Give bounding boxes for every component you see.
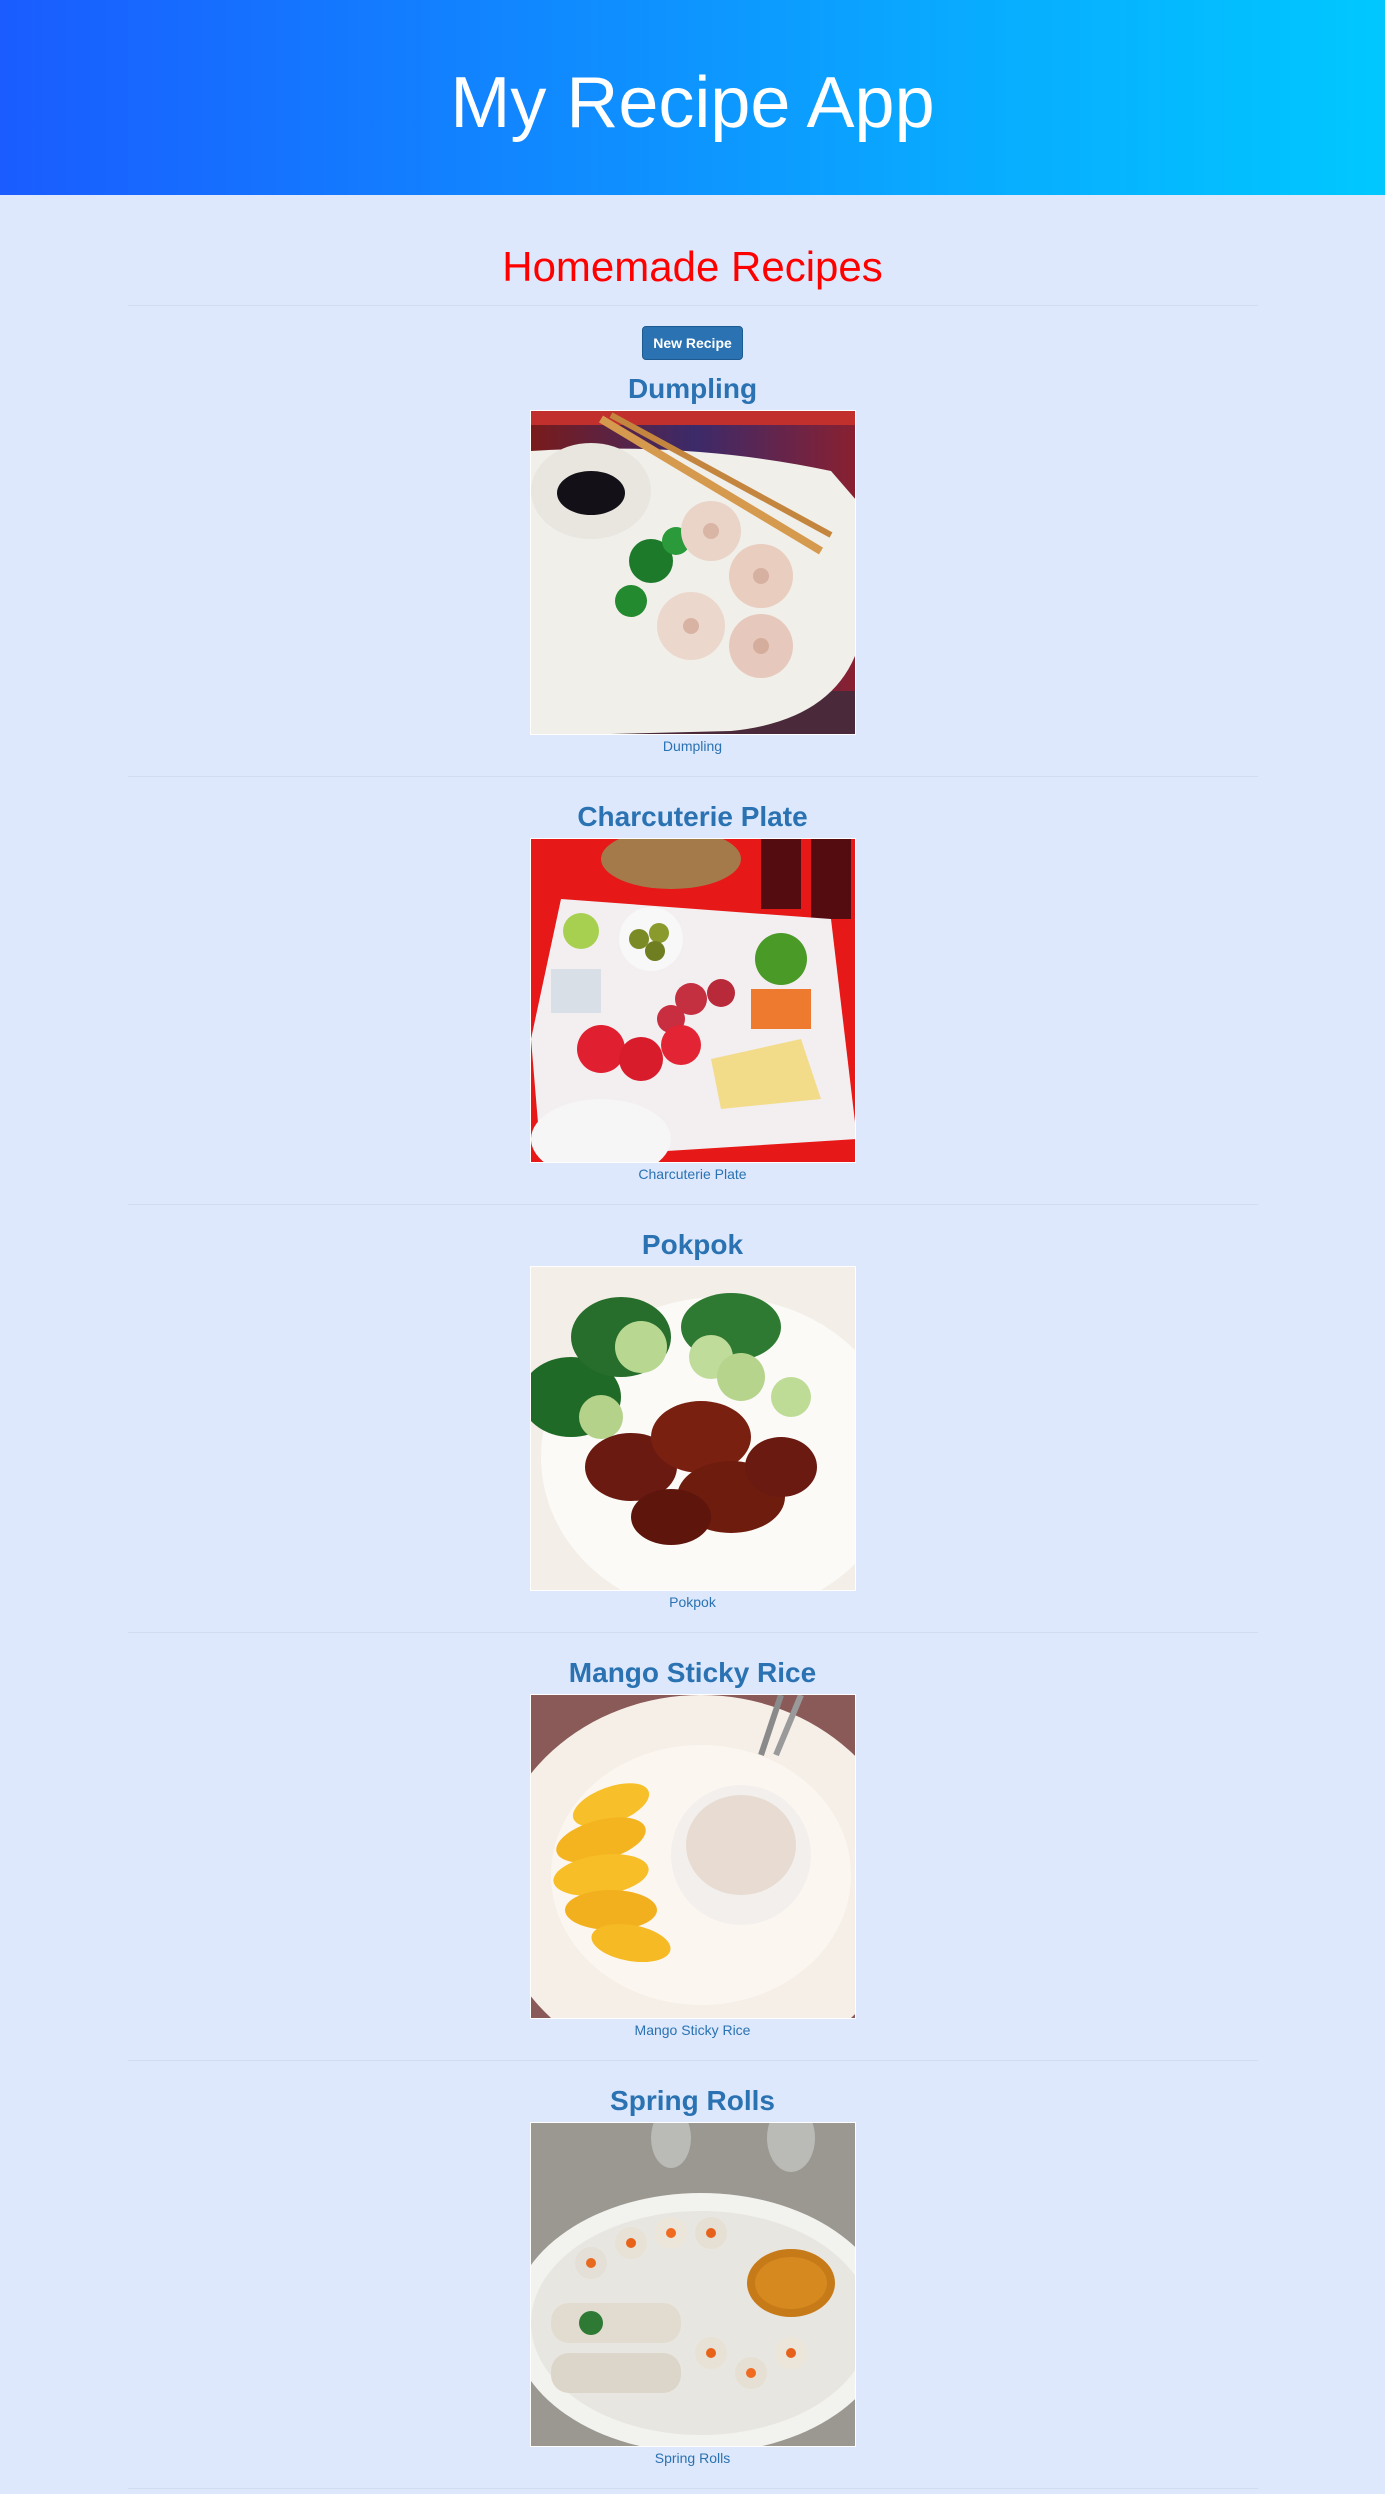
recipe-caption: Dumpling bbox=[662, 738, 723, 754]
new-recipe-button[interactable]: New Recipe bbox=[642, 326, 743, 360]
toolbar: New Recipe bbox=[0, 306, 1385, 368]
page-title: Homemade Recipes bbox=[502, 243, 883, 290]
recipe-title-link[interactable]: Spring Rolls bbox=[0, 2080, 1385, 2122]
recipe-card: Spring Rolls Spring Rolls bbox=[0, 2061, 1385, 2489]
recipe-title-link[interactable]: Pokpok bbox=[0, 1224, 1385, 1266]
recipe-title-link[interactable]: Mango Sticky Rice bbox=[0, 1652, 1385, 1694]
charcuterie-photo[interactable] bbox=[529, 838, 856, 1163]
recipe-card: Charcuterie Plate Charcuterie Plate bbox=[0, 777, 1385, 1205]
recipe-card: Dumpling Dumpling bbox=[0, 368, 1385, 777]
pokpok-wings-photo[interactable] bbox=[529, 1266, 856, 1591]
recipe-caption: Charcuterie Plate bbox=[638, 1166, 747, 1182]
dumpling-photo[interactable] bbox=[529, 410, 856, 735]
mango-sticky-rice-photo[interactable] bbox=[529, 1694, 856, 2019]
recipe-caption: Spring Rolls bbox=[654, 2450, 731, 2466]
recipe-card: Mango Sticky Rice Mango Sticky Rice bbox=[0, 1633, 1385, 2061]
recipe-title-link[interactable]: Charcuterie Plate bbox=[0, 796, 1385, 838]
main-content: Homemade Recipes New Recipe Dumpling Dum… bbox=[0, 195, 1385, 2489]
recipe-card: Pokpok Pokpok bbox=[0, 1205, 1385, 1633]
spring-rolls-photo[interactable] bbox=[529, 2122, 856, 2447]
recipe-caption: Mango Sticky Rice bbox=[634, 2022, 751, 2038]
recipe-title-link[interactable]: Dumpling bbox=[0, 368, 1385, 410]
divider bbox=[127, 2488, 1258, 2489]
hero-banner: My Recipe App bbox=[0, 0, 1385, 195]
recipe-caption: Pokpok bbox=[669, 1594, 716, 1610]
app-title: My Recipe App bbox=[450, 62, 935, 143]
